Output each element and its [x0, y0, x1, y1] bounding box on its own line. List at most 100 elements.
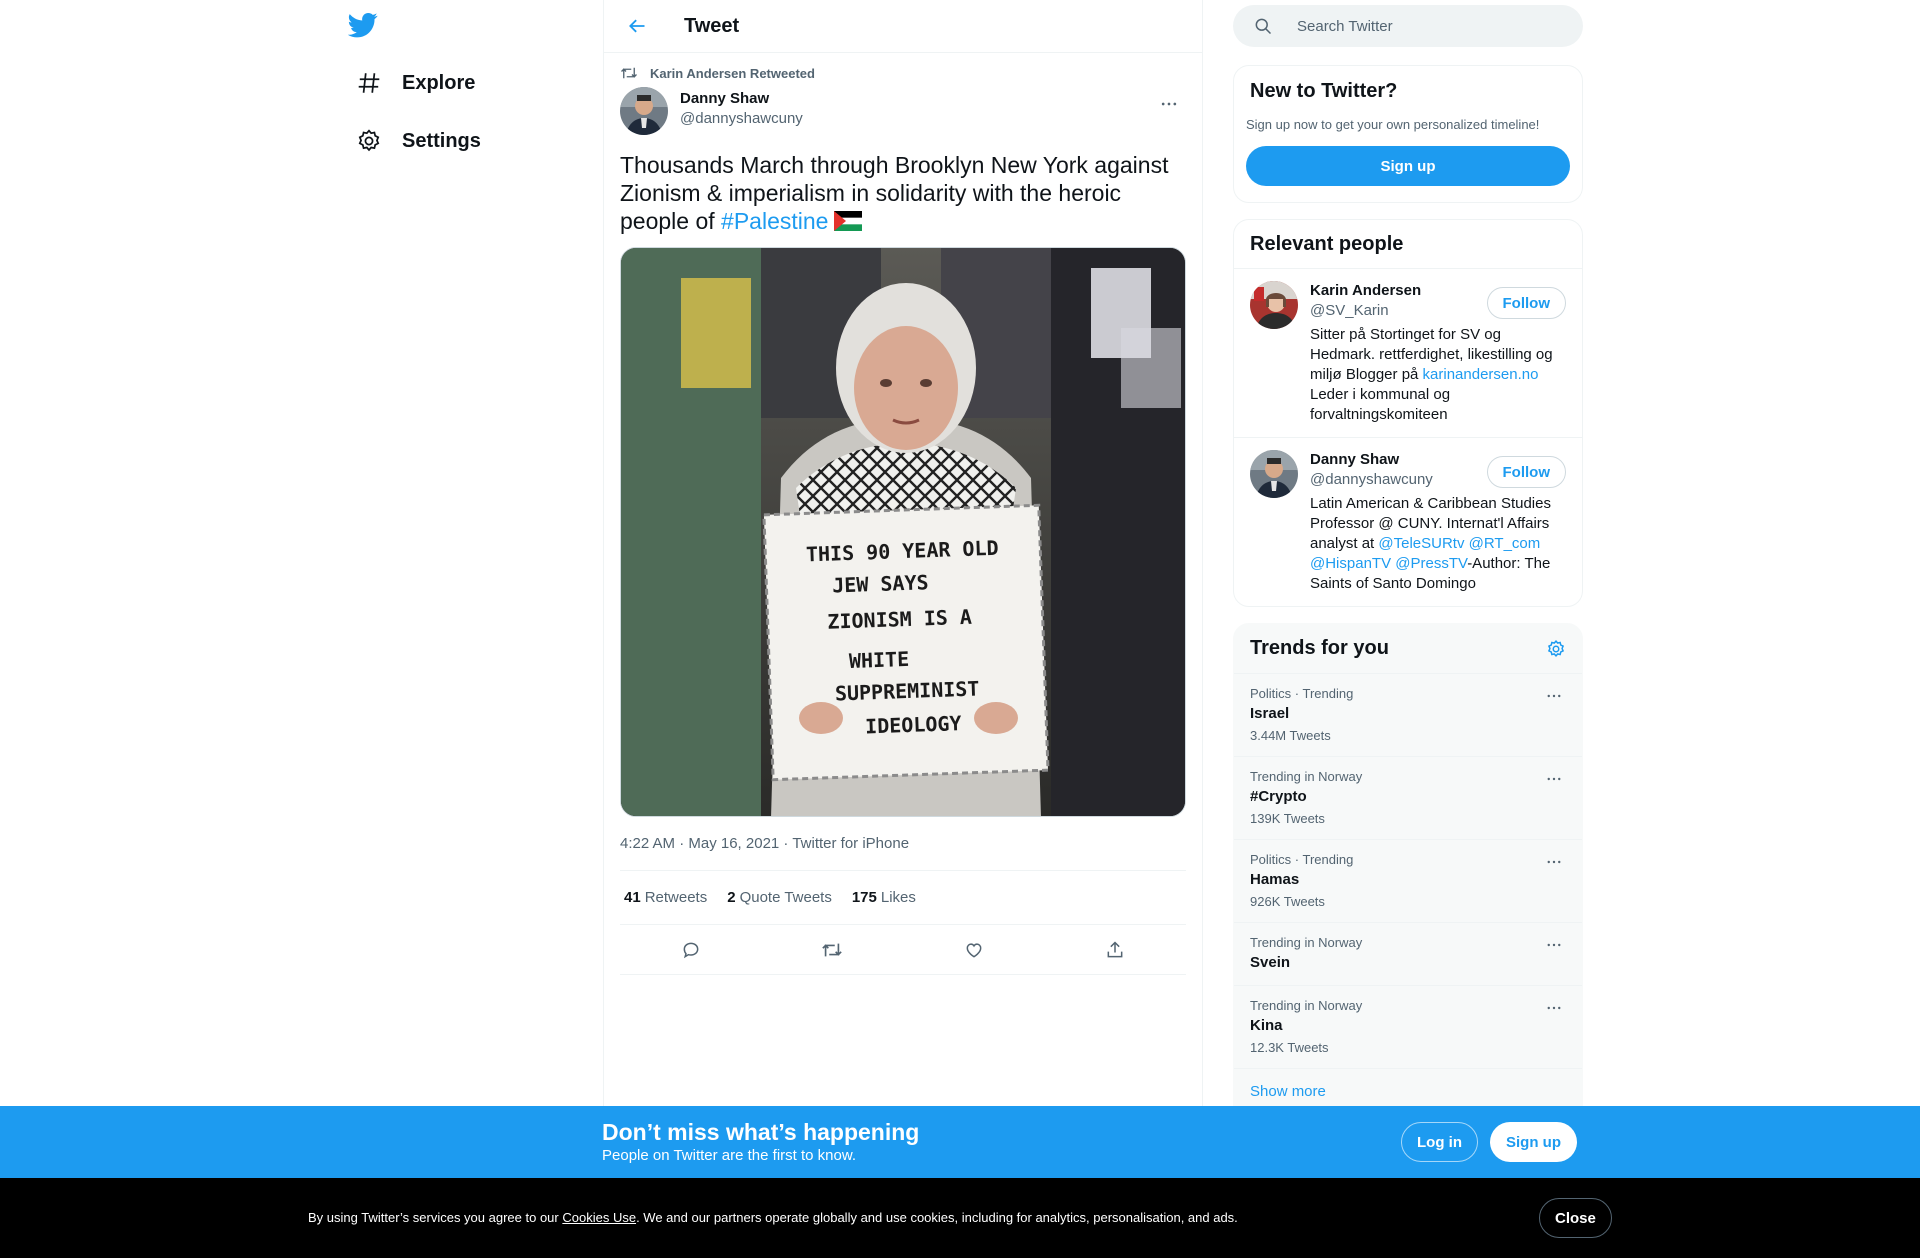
twitter-logo-icon[interactable]	[347, 10, 380, 42]
sign-line: SUPPREMINIST	[835, 676, 980, 705]
sidebar-signup-button[interactable]: Sign up	[1246, 146, 1570, 186]
trend-name: #Crypto	[1250, 788, 1307, 805]
banner-subtitle: People on Twitter are the first to know.	[602, 1147, 857, 1164]
search-icon	[1255, 18, 1272, 35]
share-button[interactable]	[1096, 931, 1134, 969]
trends-title: Trends for you	[1250, 637, 1389, 659]
signup-card-title: New to Twitter?	[1250, 80, 1398, 102]
nav-settings-label: Settings	[402, 129, 481, 152]
nav-explore[interactable]: Explore	[348, 57, 483, 109]
person-avatar[interactable]	[1250, 450, 1298, 498]
palestine-flag-icon	[834, 209, 863, 231]
hashtag-link[interactable]: #Palestine	[721, 208, 828, 234]
arrow-left-icon	[629, 19, 645, 33]
trend-item[interactable]: Trending in Norway Svein	[1234, 922, 1582, 985]
trend-item[interactable]: Politics · Trending Hamas 926K Tweets	[1234, 839, 1582, 922]
trend-more-button[interactable]	[1542, 996, 1566, 1020]
heart-icon	[966, 942, 982, 958]
tweet-photo[interactable]: THIS 90 YEAR OLD JEW SAYS ZIONISM IS A W…	[620, 247, 1186, 817]
gear-icon	[356, 128, 382, 154]
sign-line: IDEOLOGY	[865, 711, 962, 738]
reply-icon	[683, 942, 699, 958]
trend-more-button[interactable]	[1542, 850, 1566, 874]
trend-more-button[interactable]	[1542, 933, 1566, 957]
retweet-button[interactable]	[813, 931, 851, 969]
signup-card-subtitle: Sign up now to get your own personalized…	[1246, 117, 1540, 132]
hashtag-icon	[356, 70, 382, 96]
mention-link[interactable]: @RT_com	[1469, 535, 1541, 552]
trend-name: Kina	[1250, 1017, 1283, 1034]
tweet-timestamp[interactable]: 4:22 AM · May 16, 2021 · Twitter for iPh…	[620, 835, 1186, 855]
sign-line: WHITE	[849, 647, 910, 673]
tweet-actions	[620, 925, 1186, 975]
more-horizontal-icon	[1547, 694, 1561, 698]
trend-context: Politics · Trending	[1250, 852, 1354, 867]
retweets-number: 41	[624, 889, 641, 906]
person-card[interactable]: Karin Andersen @SV_Karin Sitter på Stort…	[1234, 269, 1582, 437]
page-header: Tweet	[604, 0, 1202, 53]
nav-settings[interactable]: Settings	[348, 115, 489, 167]
bio-link[interactable]: karinandersen.no	[1423, 366, 1539, 383]
cookie-banner: By using Twitter’s services you agree to…	[0, 1178, 1920, 1258]
retweet-icon	[822, 943, 843, 956]
cookie-close-button[interactable]: Close	[1539, 1198, 1612, 1238]
trend-context: Trending in Norway	[1250, 935, 1363, 950]
like-button[interactable]	[955, 931, 993, 969]
trends-settings-gear-icon[interactable]	[1546, 639, 1566, 659]
trend-more-button[interactable]	[1542, 767, 1566, 791]
trend-count: 3.44M Tweets	[1250, 728, 1331, 743]
trend-item[interactable]: Trending in Norway Kina 12.3K Tweets	[1234, 985, 1582, 1068]
likes-label: Likes	[880, 889, 916, 906]
retweets-count[interactable]: 41 Retweets	[624, 889, 707, 906]
trend-item[interactable]: Politics · Trending Israel 3.44M Tweets	[1234, 673, 1582, 756]
search-input[interactable]	[1297, 17, 1557, 35]
person-avatar[interactable]	[1250, 281, 1298, 329]
more-horizontal-icon	[1547, 777, 1561, 781]
sign-line: ZIONISM IS A	[827, 605, 972, 634]
main-column: Tweet Karin Andersen Retweeted Danny Sha…	[603, 0, 1203, 1258]
relevant-people-card: Relevant people Karin Andersen @SV_Karin…	[1233, 219, 1583, 607]
tweet-text-body: Thousands March through Brooklyn New Yor…	[620, 152, 1169, 234]
author-handle[interactable]: @dannyshawcuny	[680, 109, 803, 129]
trend-more-button[interactable]	[1542, 684, 1566, 708]
cookie-text: By using Twitter’s services you agree to…	[308, 1210, 1238, 1226]
tweet-more-button[interactable]	[1152, 87, 1186, 121]
retweet-context: Karin Andersen Retweeted	[620, 63, 1186, 83]
login-button[interactable]: Log in	[1401, 1122, 1478, 1162]
back-button[interactable]	[620, 9, 654, 43]
retweets-label: Retweets	[644, 889, 708, 906]
follow-button[interactable]: Follow	[1486, 456, 1566, 488]
signup-button[interactable]: Sign up	[1490, 1122, 1577, 1162]
likes-count[interactable]: 175 Likes	[852, 889, 916, 906]
trend-context: Trending in Norway	[1250, 769, 1363, 784]
trend-name: Svein	[1250, 954, 1291, 971]
likes-number: 175	[851, 889, 877, 906]
cookie-text-2: . We and our partners operate globally a…	[636, 1210, 1238, 1225]
banner-text: Don’t miss what’s happening People on Tw…	[602, 1118, 919, 1166]
search-box[interactable]	[1233, 5, 1583, 47]
banner-title: Don’t miss what’s happening	[602, 1119, 920, 1145]
follow-button[interactable]: Follow	[1486, 287, 1566, 319]
author-avatar[interactable]	[620, 87, 668, 135]
new-to-twitter-card: New to Twitter? Sign up now to get your …	[1233, 65, 1583, 203]
share-icon	[1107, 940, 1123, 957]
nav-explore-label: Explore	[402, 71, 476, 94]
more-horizontal-icon	[1161, 102, 1177, 106]
retweeted-by-link[interactable]: Karin Andersen Retweeted	[650, 66, 815, 81]
quote-tweets-count[interactable]: 2 Quote Tweets	[727, 889, 832, 906]
person-bio: Sitter på Stortinget for SV og Hedmark. …	[1310, 325, 1555, 425]
reply-button[interactable]	[672, 931, 710, 969]
mention-link[interactable]: @HispanTV	[1310, 555, 1391, 572]
retweet-icon	[621, 67, 637, 79]
trend-item[interactable]: Trending in Norway #Crypto 139K Tweets	[1234, 756, 1582, 839]
tweet-stats: 41 Retweets 2 Quote Tweets 175 Likes	[620, 870, 1186, 925]
cookies-use-link[interactable]: Cookies Use	[562, 1210, 636, 1225]
signup-banner: Don’t miss what’s happening People on Tw…	[0, 1106, 1920, 1178]
mention-link[interactable]: @TeleSURtv	[1378, 535, 1464, 552]
trend-count: 12.3K Tweets	[1250, 1040, 1329, 1055]
mention-link[interactable]: @PressTV	[1395, 555, 1467, 572]
person-card[interactable]: Danny Shaw @dannyshawcuny Latin American…	[1234, 437, 1582, 606]
more-horizontal-icon	[1547, 1006, 1561, 1010]
tweet-author: Danny Shaw @dannyshawcuny	[620, 87, 1186, 135]
author-name[interactable]: Danny Shaw	[680, 89, 803, 109]
